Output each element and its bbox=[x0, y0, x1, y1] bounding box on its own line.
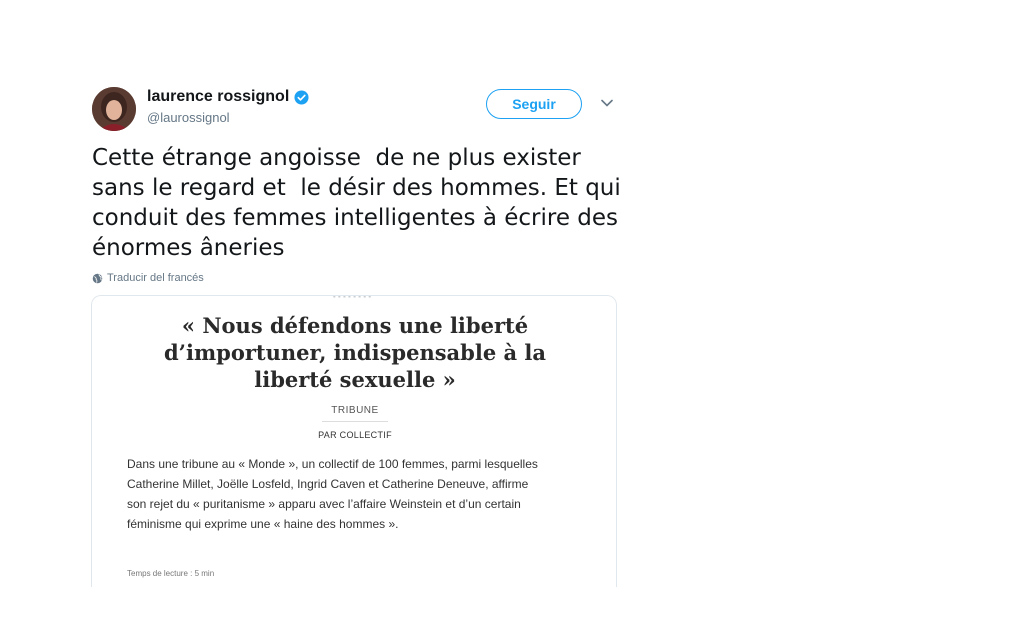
author-name-text[interactable]: laurence rossignol bbox=[147, 88, 289, 106]
article-card[interactable]: ▪ ▪ ▪ ▪ ▪ ▪ ▪ ▪ « Nous défendons une lib… bbox=[91, 295, 617, 587]
avatar-image bbox=[92, 87, 136, 131]
tweet: laurence rossignol @laurossignol Seguir … bbox=[0, 0, 1024, 644]
translate-label[interactable]: Traducir del francés bbox=[107, 272, 204, 284]
card-title-text: « Nous défendons une liberté d’importune… bbox=[163, 313, 546, 392]
verified-badge-icon bbox=[294, 89, 309, 105]
chevron-down-icon[interactable] bbox=[601, 99, 613, 107]
card-summary: Dans une tribune au « Monde », un collec… bbox=[127, 457, 538, 531]
card-byline: PAR COLLECTIF bbox=[318, 430, 392, 440]
card-rubric: TRIBUNE bbox=[331, 405, 379, 416]
follow-button[interactable]: Seguir bbox=[486, 89, 582, 119]
tweet-text: Cette étrange angoisse de ne plus existe… bbox=[92, 145, 621, 261]
author-name[interactable]: laurence rossignol bbox=[147, 88, 309, 106]
avatar[interactable] bbox=[92, 87, 136, 131]
card-divider bbox=[322, 421, 388, 422]
card-title: « Nous défendons une liberté d’importune… bbox=[92, 312, 616, 393]
card-read-time: Temps de lecture : 5 min bbox=[127, 569, 215, 578]
author-handle[interactable]: @laurossignol bbox=[147, 110, 230, 125]
card-header-strip: ▪ ▪ ▪ ▪ ▪ ▪ ▪ ▪ bbox=[332, 295, 372, 300]
globe-icon bbox=[92, 273, 103, 283]
translate-link[interactable]: Traducir del francés bbox=[92, 272, 204, 284]
